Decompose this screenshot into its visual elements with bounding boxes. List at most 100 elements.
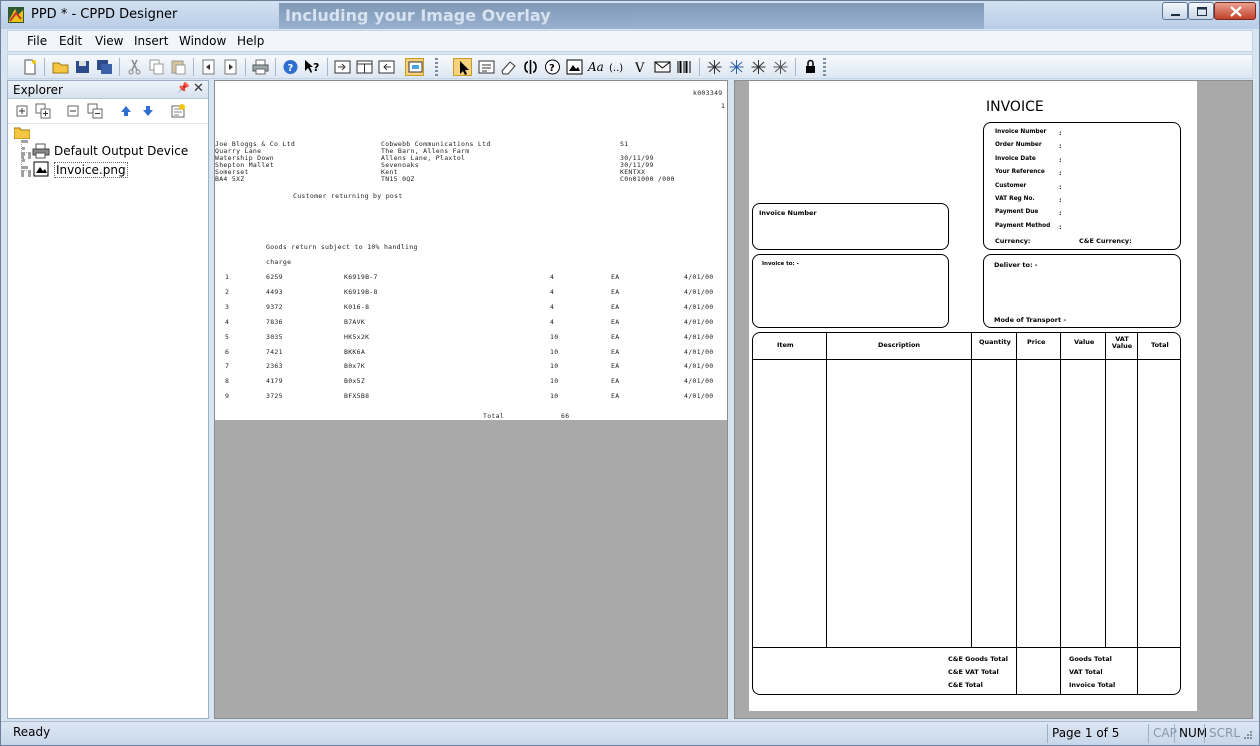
doc-row-cell: 4/01/00 [684,377,714,386]
pin-icon[interactable]: 📌 [177,83,189,94]
doc-row-cell: 9 [225,392,230,401]
doc-row-cell: EA [611,362,620,371]
star-icon[interactable] [771,58,790,76]
overlay-icon[interactable] [405,58,424,76]
eraser-icon[interactable] [499,58,518,76]
close-icon [1230,6,1242,17]
invoice-info-colon: : [1059,209,1062,218]
star-icon[interactable] [727,58,746,76]
expand-all-icon[interactable] [35,103,51,119]
cie-goods-total-label: C&E Goods Total [948,655,1008,663]
doc-row-cell: 10 [550,377,559,386]
menu-help[interactable]: Help [237,34,264,48]
cut-icon[interactable] [125,58,144,76]
doc-note: charge [266,258,292,266]
close-button[interactable] [1214,2,1256,20]
invoice-info-label: Your Reference [995,169,1045,176]
move-down-icon[interactable] [140,103,156,119]
menu-insert[interactable]: Insert [134,34,168,48]
status-page: Page 1 of 5 [1047,724,1146,743]
toolbar-separator [795,58,796,76]
star-icon[interactable] [705,58,724,76]
print-icon[interactable] [251,58,270,76]
menu-view[interactable]: View [95,34,123,48]
envelope-icon[interactable] [653,58,672,76]
indent-icon[interactable] [333,58,352,76]
cie-vat-total-label: C&E VAT Total [948,668,999,676]
menu-window[interactable]: Window [179,34,226,48]
invoice-info-label: VAT Reg No. [995,196,1035,202]
svg-text:?: ? [549,63,555,74]
doc-row-cell: 10 [550,347,559,356]
column-divider [1016,332,1017,695]
link-icon[interactable] [521,58,540,76]
help-icon[interactable]: ? [281,58,300,76]
menu-file[interactable]: File [27,34,47,48]
doc-row-cell: 6 [225,347,230,356]
text-field-icon[interactable] [477,58,496,76]
star-icon[interactable] [749,58,768,76]
save-all-icon[interactable] [95,58,114,76]
print-preview-pane[interactable]: k003349 1 Joe Bloggs & Co Ltd Quarry Lan… [214,80,728,719]
meta-line: C0n01000 /000 [620,175,675,183]
copy-icon[interactable] [147,58,166,76]
font-icon[interactable]: Aa [587,58,606,76]
doc-row-cell: 4/01/00 [684,392,714,401]
barcode-icon[interactable] [675,58,694,76]
pointer-icon[interactable] [453,58,472,76]
columns-icon[interactable] [355,58,374,76]
column-quantity: Quantity [979,338,1011,346]
lock-icon[interactable] [801,58,820,76]
v-icon[interactable]: V [631,58,650,76]
move-up-icon[interactable] [118,103,134,119]
status-scrl: SCRL [1204,724,1240,743]
title-bar[interactable]: PPD * - CPPD Designer Including your Ima… [1,1,1259,29]
resize-grip-icon[interactable] [1241,730,1253,742]
close-panel-icon[interactable]: ✕ [193,81,204,96]
new-icon[interactable] [20,58,39,76]
bracket-icon[interactable]: (..) [609,58,628,76]
invoice-info-colon: : [1059,155,1062,164]
doc-row-cell: 4 [550,302,555,311]
doc-row-cell: 8 [225,377,230,386]
doc-row-cell: 9372 [266,302,283,311]
next-page-icon[interactable] [221,58,240,76]
doc-row-cell: BFX5B8 [344,392,370,401]
doc-row-cell: 4179 [266,377,283,386]
designer-pane[interactable]: INVOICE Invoice Number: Order Number: Invo… [734,80,1253,719]
window-title: PPD * - CPPD Designer [31,7,178,22]
folder-icon[interactable] [14,127,30,139]
doc-row-cell: EA [611,392,620,401]
doc-row-cell: K6919B-8 [344,287,378,296]
question-icon[interactable]: ? [543,58,562,76]
doc-row-cell: EA [611,332,620,341]
prev-page-icon[interactable] [199,58,218,76]
status-bar: Ready Page 1 of 5 CAP NUM SCRL [1,721,1259,745]
toolbar-separator [44,58,45,76]
column-divider [1105,332,1106,647]
toolbar-grip[interactable] [435,58,438,76]
open-icon[interactable] [51,58,70,76]
outdent-icon[interactable] [377,58,396,76]
column-divider [1137,332,1138,695]
maximize-button[interactable] [1188,2,1214,20]
properties-icon[interactable] [170,103,186,119]
context-help-icon[interactable]: ? [303,58,322,76]
currency-label: Currency: [995,237,1031,245]
invoice-template-page: INVOICE Invoice Number: Order Number: Invo… [749,81,1197,711]
expand-icon[interactable] [14,103,30,119]
menu-edit[interactable]: Edit [59,34,82,48]
minimize-button[interactable] [1162,2,1188,20]
doc-row-cell: 4/01/00 [684,332,714,341]
collapse-all-icon[interactable] [87,103,103,119]
save-icon[interactable] [73,58,92,76]
image-icon[interactable] [565,58,584,76]
toolbar-grip[interactable] [823,58,826,76]
doc-row-cell: BKK6A [344,347,366,356]
invoice-title: INVOICE [986,99,1044,115]
doc-row-cell: 4/01/00 [684,347,714,356]
toolbar-separator [275,58,276,76]
invoice-number-label: Invoice Number [759,209,817,217]
collapse-icon[interactable] [65,103,81,119]
paste-icon[interactable] [169,58,188,76]
